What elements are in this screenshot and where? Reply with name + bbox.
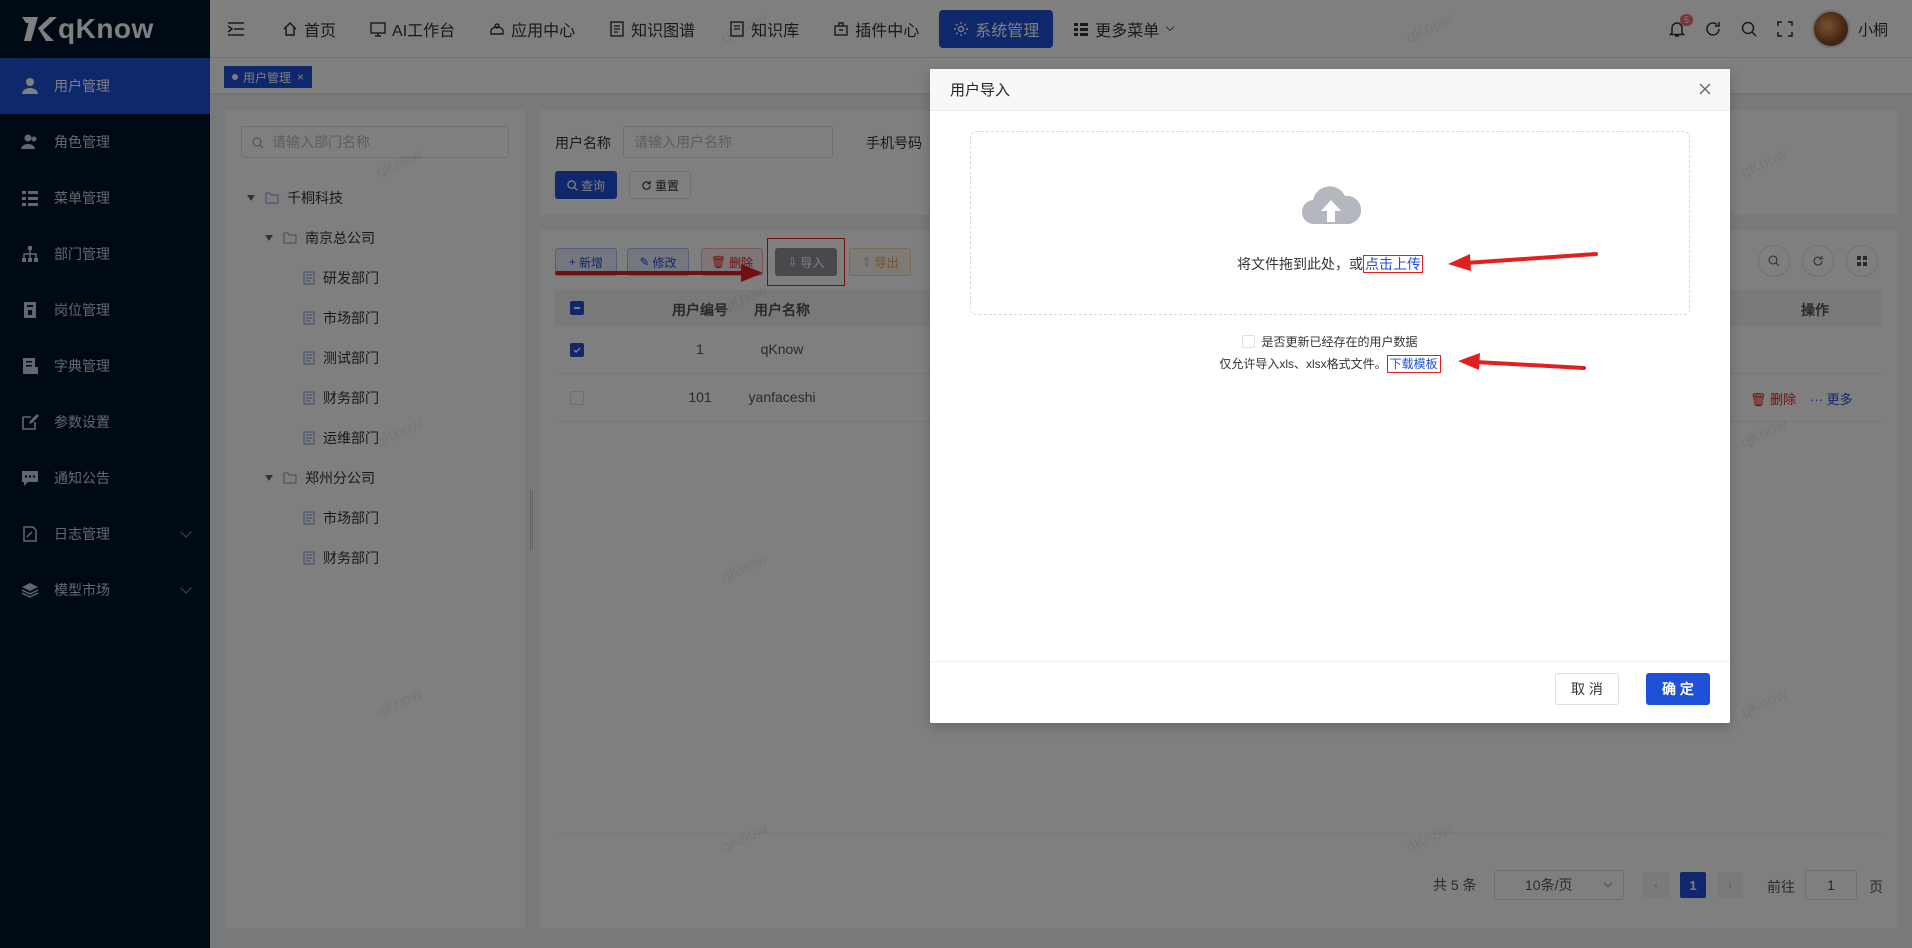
dialog-title: 用户导入 [950, 82, 1011, 99]
download-template-link[interactable]: 下载模板 [1386, 355, 1441, 373]
user-import-dialog: 用户导入 将文件拖到此处，或 点击上传 是否更新已经存在的用户数据 仅允许导入xl… [930, 69, 1730, 723]
dialog-header: 用户导入 [930, 69, 1730, 111]
drag-text: 将文件拖到此处，或 [1237, 256, 1363, 272]
click-upload-link[interactable]: 点击上传 [1363, 255, 1423, 273]
file-type-tip: 仅允许导入xls、xlsx格式文件。 下载模板 [930, 355, 1730, 373]
upload-dropzone[interactable]: 将文件拖到此处，或 点击上传 [970, 131, 1690, 315]
allow-text: 仅允许导入xls、xlsx格式文件。 [1219, 357, 1387, 371]
upload-hint: 将文件拖到此处，或 点击上传 [971, 254, 1689, 274]
cancel-button[interactable]: 取 消 [1555, 673, 1619, 705]
update-existing-label[interactable]: 是否更新已经存在的用户数据 [1261, 333, 1417, 350]
close-icon[interactable] [1696, 80, 1714, 98]
dialog-footer: 取 消 确 定 [930, 661, 1730, 723]
update-existing-row: 是否更新已经存在的用户数据 [930, 333, 1730, 350]
confirm-button[interactable]: 确 定 [1646, 673, 1710, 705]
update-existing-checkbox[interactable] [1242, 335, 1256, 348]
cloud-upload-icon [1301, 180, 1362, 231]
